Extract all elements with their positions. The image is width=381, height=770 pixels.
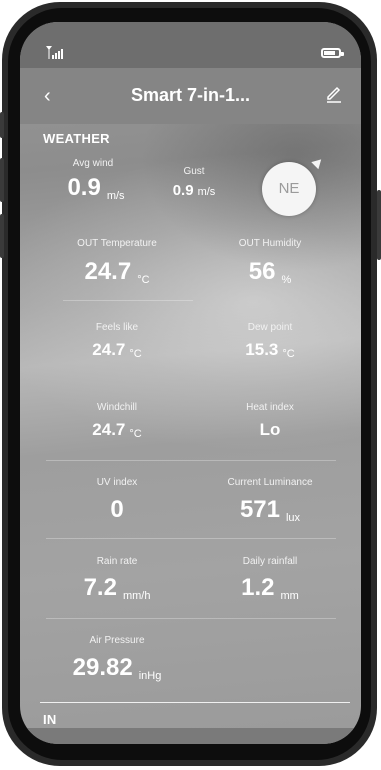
windchill-number: 24.7	[92, 420, 126, 439]
section-heading-indoor: IN	[43, 712, 57, 727]
out-temperature-value: 24.7 °C	[84, 258, 149, 286]
avg-wind-label: Avg wind	[72, 158, 114, 169]
rain-rate-value: 7.2 mm/h	[84, 574, 151, 602]
side-button-mid	[0, 158, 4, 202]
feels-like-value: 24.7 °C	[92, 340, 141, 360]
wind-direction-label: NE	[278, 180, 300, 197]
wind-direction-compass: NE	[262, 155, 325, 216]
windchill-unit: °C	[129, 428, 142, 440]
feels-like-label: Feels like	[95, 322, 139, 333]
avg-wind-number: 0.9	[67, 174, 101, 201]
gust-number: 0.9	[172, 182, 194, 199]
app-screen: ‹ Smart 7-in-1... WEATHER Avg wind 0.9 m/…	[20, 22, 361, 744]
out-humidity-value: 56%	[249, 258, 291, 286]
status-bar	[20, 22, 361, 68]
out-temperature-number: 24.7	[84, 258, 132, 285]
out-humidity-label: OUT Humidity	[238, 238, 302, 249]
air-pressure-value: 29.82 inHg	[73, 654, 162, 682]
compass-arrow-icon	[311, 155, 325, 170]
daily-rainfall-label: Daily rainfall	[242, 556, 298, 567]
weather-panel: WEATHER Avg wind 0.9 m/s Gust 0.9 m/s NE O…	[20, 124, 361, 744]
app-header: ‹ Smart 7-in-1...	[20, 68, 361, 124]
air-pressure-number: 29.82	[72, 654, 133, 681]
power-button	[377, 190, 381, 260]
side-button-top	[0, 112, 4, 138]
rain-rate-label: Rain rate	[96, 556, 138, 567]
edit-pencil-icon[interactable]	[325, 85, 343, 103]
windchill-label: Windchill	[96, 402, 138, 413]
heat-index-label: Heat index	[246, 402, 294, 413]
dew-point-label: Dew point	[247, 322, 293, 333]
side-button-low	[0, 214, 4, 258]
uv-index-value: 0	[110, 496, 124, 523]
daily-rainfall-number: 1.2	[241, 574, 275, 601]
heat-index-value: Lo	[259, 420, 281, 439]
feels-like-unit: °C	[129, 348, 142, 360]
feels-like-number: 24.7	[92, 340, 126, 359]
gust-unit: m/s	[197, 186, 216, 198]
gust-label: Gust	[183, 166, 205, 177]
avg-wind-unit: m/s	[106, 190, 125, 202]
current-luminance-value: 571 lux	[240, 496, 300, 524]
dew-point-number: 15.3	[245, 340, 279, 359]
section-heading-weather: WEATHER	[43, 131, 110, 146]
rain-rate-unit: mm/h	[122, 590, 151, 602]
divider	[46, 538, 336, 539]
dew-point-value: 15.3 °C	[245, 340, 294, 360]
daily-rainfall-value: 1.2 mm	[241, 574, 299, 602]
out-temperature-unit: °C	[137, 274, 150, 286]
out-temperature-label: OUT Temperature	[77, 238, 157, 249]
out-humidity-number: 56	[248, 258, 276, 285]
rain-rate-number: 7.2	[83, 574, 117, 601]
current-luminance-number: 571	[239, 496, 280, 523]
divider	[63, 300, 193, 301]
divider	[46, 460, 336, 461]
uv-index-label: UV index	[96, 477, 138, 488]
daily-rainfall-unit: mm	[280, 590, 299, 602]
avg-wind-value: 0.9 m/s	[67, 174, 124, 202]
air-pressure-unit: inHg	[138, 670, 162, 682]
bottom-panel-edge	[20, 728, 361, 744]
current-luminance-unit: lux	[285, 512, 301, 524]
signal-icon	[46, 46, 63, 59]
divider	[40, 702, 350, 703]
gust-value: 0.9 m/s	[173, 182, 216, 199]
air-pressure-label: Air Pressure	[89, 635, 145, 646]
windchill-value: 24.7 °C	[92, 420, 141, 440]
out-humidity-unit: %	[281, 274, 292, 286]
battery-icon	[321, 48, 344, 58]
dew-point-unit: °C	[282, 348, 295, 360]
page-title: Smart 7-in-1...	[130, 85, 251, 105]
current-luminance-label: Current Luminance	[227, 477, 313, 488]
divider	[46, 618, 336, 619]
